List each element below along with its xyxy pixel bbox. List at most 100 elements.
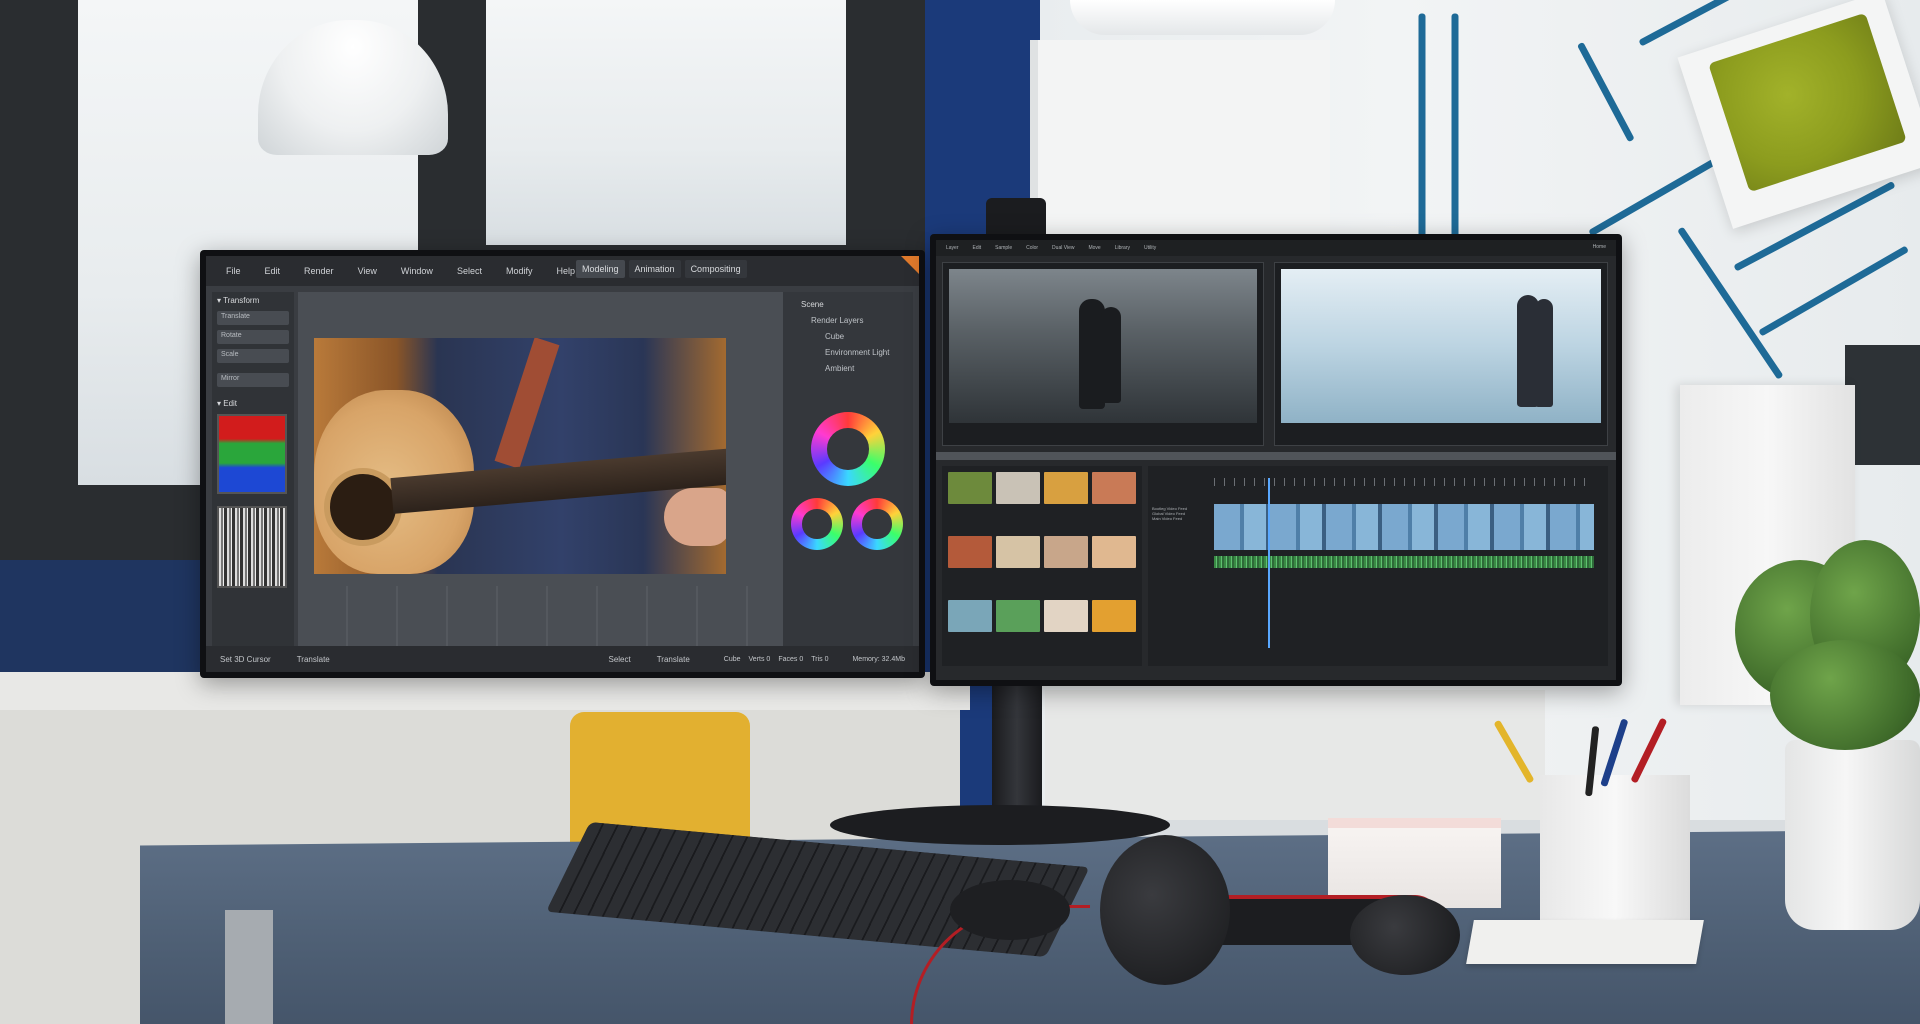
clip-thumbnail[interactable] xyxy=(1044,600,1088,632)
menu-edit[interactable]: Edit xyxy=(265,266,281,276)
clip-thumbnail[interactable] xyxy=(1092,536,1136,568)
scale-button[interactable]: Scale xyxy=(217,349,289,363)
vert-count: Verts 0 xyxy=(748,655,771,663)
track-labels: Bootleg Video Feed Global Video Feed Mai… xyxy=(1152,506,1210,521)
menu-view[interactable]: View xyxy=(358,266,377,276)
menu-bar: File Edit Render View Window Select Modi… xyxy=(206,256,919,286)
wall-stripe xyxy=(1418,13,1426,244)
menu-sample[interactable]: Sample xyxy=(995,245,1012,251)
scene-header[interactable]: Scene xyxy=(801,300,905,309)
headphones xyxy=(1060,835,1460,985)
timeline-ruler[interactable] xyxy=(1214,478,1594,486)
notebook xyxy=(1466,920,1704,964)
hand xyxy=(664,488,726,546)
video-track[interactable] xyxy=(1214,504,1594,550)
wall-shelf xyxy=(1030,40,1330,240)
corner-marker xyxy=(901,256,919,274)
video-editor-app: Layer Edit Sample Color Dual View Move L… xyxy=(936,240,1616,680)
menu-select[interactable]: Select xyxy=(457,266,482,276)
wall-screen xyxy=(1845,345,1920,465)
dancer-silhouette xyxy=(1535,299,1553,407)
scene-item-cube[interactable]: Cube xyxy=(825,332,905,341)
tool-panel: ▾ Transform Translate Rotate Scale Mirro… xyxy=(212,292,294,656)
track-label: Main Video Feed xyxy=(1152,516,1183,521)
set-3d-cursor-hint: Set 3D Cursor xyxy=(220,654,271,664)
clip-thumbnail[interactable] xyxy=(996,600,1040,632)
clip-thumbnail[interactable] xyxy=(1092,600,1136,632)
scene-item-environment-light[interactable]: Environment Light xyxy=(825,348,905,357)
tab-modeling[interactable]: Modeling xyxy=(576,260,625,278)
scene-item-render-layers[interactable]: Render Layers xyxy=(811,316,905,325)
mirror-button[interactable]: Mirror xyxy=(217,373,289,387)
color-wheel[interactable] xyxy=(811,412,885,486)
translate-hint: Translate xyxy=(656,654,690,664)
clip-thumbnail[interactable] xyxy=(948,472,992,504)
menu-layer[interactable]: Layer xyxy=(946,245,959,251)
clip-thumbnail[interactable] xyxy=(948,536,992,568)
scene-panel: Scene Render Layers Cube Environment Lig… xyxy=(783,292,913,656)
background-desk xyxy=(1045,690,1545,820)
memory-usage: Memory: 32.4Mb xyxy=(852,655,905,663)
menu-library[interactable]: Library xyxy=(1115,245,1130,251)
status-bar: Set 3D Cursor Translate Select Translate… xyxy=(206,646,919,672)
menu-dual-view[interactable]: Dual View xyxy=(1052,245,1074,251)
scene-item-ambient[interactable]: Ambient xyxy=(825,364,905,373)
clip-thumbnail[interactable] xyxy=(1092,472,1136,504)
menu-color[interactable]: Color xyxy=(1026,245,1038,251)
guitar-strap xyxy=(494,338,560,469)
tab-compositing[interactable]: Compositing xyxy=(684,260,747,278)
preview-image xyxy=(949,269,1257,423)
rgb-channel-thumbnail[interactable] xyxy=(217,414,287,494)
program-preview[interactable] xyxy=(1274,262,1608,446)
translate-button[interactable]: Translate xyxy=(217,311,289,325)
audio-track[interactable] xyxy=(1214,556,1594,568)
object-name: Cube xyxy=(723,655,741,663)
tri-count: Tris 0 xyxy=(811,655,829,663)
clip-thumbnail[interactable] xyxy=(996,472,1040,504)
menu-help[interactable]: Help xyxy=(556,266,575,276)
media-bin xyxy=(942,466,1142,666)
menu-modify[interactable]: Modify xyxy=(506,266,533,276)
pen-cup xyxy=(1540,775,1690,920)
clip-thumbnail[interactable] xyxy=(996,536,1040,568)
select-hint: Select xyxy=(608,654,631,664)
texture-thumbnail[interactable] xyxy=(217,506,287,588)
left-screen: File Edit Render View Window Select Modi… xyxy=(206,256,919,672)
right-monitor: Layer Edit Sample Color Dual View Move L… xyxy=(930,234,1622,686)
3d-editor-app: File Edit Render View Window Select Modi… xyxy=(206,256,919,672)
transform-header[interactable]: ▾ Transform xyxy=(217,296,289,305)
plant-pot xyxy=(1785,740,1920,930)
menu-file[interactable]: File xyxy=(226,266,241,276)
face-count: Faces 0 xyxy=(778,655,804,663)
home-label[interactable]: Home xyxy=(1593,244,1606,250)
clip-thumbnail[interactable] xyxy=(1044,536,1088,568)
3d-viewport[interactable] xyxy=(298,292,798,656)
tab-animation[interactable]: Animation xyxy=(628,260,681,278)
window-pane xyxy=(486,0,846,245)
headphone-earcup xyxy=(1350,895,1460,975)
plant-leaves xyxy=(1770,640,1920,750)
timeline[interactable]: Bootleg Video Feed Global Video Feed Mai… xyxy=(1148,466,1608,666)
source-preview[interactable] xyxy=(942,262,1264,446)
color-wheel[interactable] xyxy=(851,498,903,550)
menu-utility[interactable]: Utility xyxy=(1144,245,1156,251)
wall-stripe xyxy=(1451,13,1459,244)
right-screen: Layer Edit Sample Color Dual View Move L… xyxy=(936,240,1616,680)
menu-move[interactable]: Move xyxy=(1088,245,1100,251)
color-wheel[interactable] xyxy=(791,498,843,550)
pendant-lamp xyxy=(1070,0,1335,35)
clip-thumbnail[interactable] xyxy=(1044,472,1088,504)
clip-thumbnail[interactable] xyxy=(948,600,992,632)
scrub-bar[interactable] xyxy=(936,452,1616,460)
mode-tabs: Modeling Animation Compositing xyxy=(576,260,747,278)
mouse xyxy=(950,880,1070,940)
guitar-render xyxy=(314,338,726,574)
playhead[interactable] xyxy=(1268,478,1270,648)
left-monitor: File Edit Render View Window Select Modi… xyxy=(200,250,925,678)
rotate-button[interactable]: Rotate xyxy=(217,330,289,344)
menu-edit[interactable]: Edit xyxy=(973,245,982,251)
edit-header[interactable]: ▾ Edit xyxy=(217,399,289,408)
menu-render[interactable]: Render xyxy=(304,266,334,276)
menu-window[interactable]: Window xyxy=(401,266,433,276)
desk-leg xyxy=(225,910,273,1024)
